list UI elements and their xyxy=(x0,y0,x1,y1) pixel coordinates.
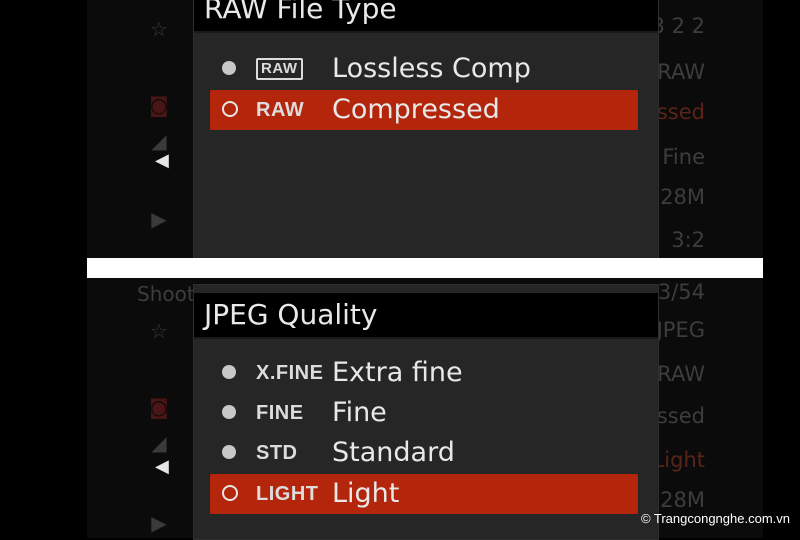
option-compressed[interactable]: RAW Compressed xyxy=(210,90,638,130)
bg-value: 28M xyxy=(660,185,705,209)
left-arrow-icon[interactable]: ◀ xyxy=(155,150,169,171)
bg-value: RAW xyxy=(657,60,705,84)
quality-code: X.FINE xyxy=(256,362,324,384)
option-label: Fine xyxy=(332,397,387,428)
exposure-icon: ◢ xyxy=(151,129,167,153)
quality-code: STD xyxy=(256,442,298,464)
option-fine[interactable]: FINE Fine xyxy=(210,393,638,433)
exposure-icon: ◢ xyxy=(151,431,167,455)
option-label: Compressed xyxy=(332,94,500,125)
camera-icon: ◙ xyxy=(149,395,169,419)
quality-code: FINE xyxy=(256,402,304,424)
playback-icon: ▶ xyxy=(151,511,167,535)
radio-icon xyxy=(222,61,236,75)
divider xyxy=(87,258,763,278)
camera-icon: ◙ xyxy=(149,93,169,117)
dialog-title: JPEG Quality xyxy=(194,293,658,339)
radio-icon xyxy=(222,405,236,419)
raw-file-type-dialog: RAW File Type RAW Lossless Comp RAW Comp… xyxy=(193,0,659,260)
star-icon: ☆ xyxy=(150,17,168,41)
background-values: 3 2 2 RAW essed Fine 28M 3:2 xyxy=(644,0,760,258)
option-standard[interactable]: STD Standard xyxy=(210,433,638,473)
option-label: Lossless Comp xyxy=(332,53,531,84)
side-tabs: ☆ ◙ ◢ ▶ xyxy=(138,0,190,258)
left-arrow-icon[interactable]: ◀ xyxy=(155,456,169,477)
background-values: 3/54 JPEG RAW essed Light 28M xyxy=(644,278,760,538)
side-tabs: ☆ ◙ ◢ ▶ xyxy=(138,278,190,538)
option-lossless-comp[interactable]: RAW Lossless Comp xyxy=(210,49,638,89)
radio-icon xyxy=(222,365,236,379)
watermark: © Trangcongnghe.com.vn xyxy=(640,511,790,526)
bg-value: 3:2 xyxy=(671,228,705,252)
jpeg-quality-dialog: JPEG Quality X.FINE Extra fine FINE Fine… xyxy=(193,284,659,540)
option-light[interactable]: LIGHT Light xyxy=(210,474,638,514)
quality-code: LIGHT xyxy=(256,483,319,505)
bg-value: 3 2 2 xyxy=(651,14,705,38)
raw-code-icon: RAW xyxy=(256,99,305,121)
radio-icon xyxy=(222,101,238,117)
option-extra-fine[interactable]: X.FINE Extra fine xyxy=(210,353,638,393)
bg-value: RAW xyxy=(657,362,705,386)
option-label: Standard xyxy=(332,437,455,468)
bottom-screen: Shoot ☆ ◙ ◢ ▶ ◀ 3/54 JPEG RAW essed Ligh… xyxy=(0,278,800,540)
bg-value: JPEG xyxy=(656,318,705,342)
bg-value: 3/54 xyxy=(657,280,705,304)
playback-icon: ▶ xyxy=(151,207,167,231)
bg-value: Light xyxy=(652,448,705,472)
bg-value: 28M xyxy=(660,488,705,512)
option-label: Light xyxy=(332,478,400,509)
bg-value: Fine xyxy=(662,145,705,169)
dialog-title: RAW File Type xyxy=(194,0,658,33)
top-screen: ☆ ◙ ◢ ▶ ◀ 3 2 2 RAW essed Fine 28M 3:2 R… xyxy=(0,0,800,260)
option-label: Extra fine xyxy=(332,357,463,388)
raw-code-icon: RAW xyxy=(256,58,303,80)
star-icon: ☆ xyxy=(150,319,168,343)
radio-icon xyxy=(222,445,236,459)
radio-icon xyxy=(222,485,238,501)
